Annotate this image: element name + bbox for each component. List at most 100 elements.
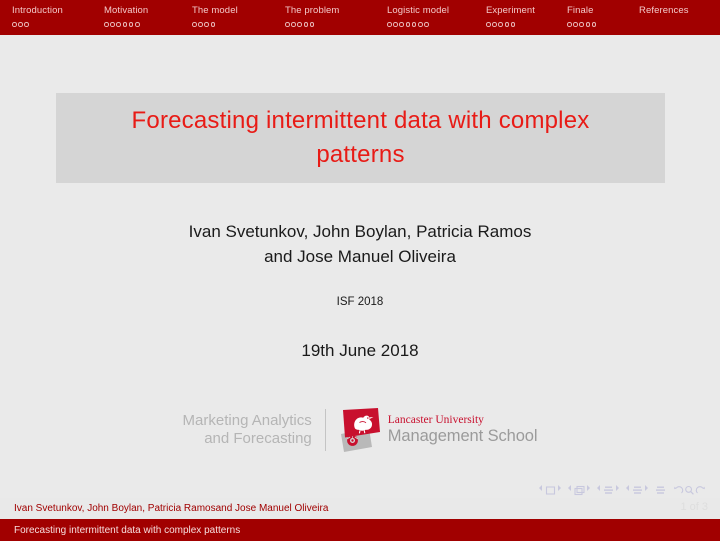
lancaster-university-name: Lancaster University [387,414,484,426]
previous-frame-icon[interactable] [568,485,571,491]
nav-slide-dot[interactable] [510,22,516,27]
next-section-icon[interactable] [645,485,648,491]
presentation-nav-icon[interactable] [655,483,666,494]
nav-section-dots[interactable] [567,20,598,29]
nav-slide-dot[interactable] [291,22,296,27]
nav-slide-dot[interactable] [405,22,411,27]
next-slide-icon[interactable] [558,485,561,491]
crest-svg [340,408,380,452]
nav-section-dots[interactable] [285,20,316,29]
maf-logo-line-2: and Forecasting [204,430,312,447]
nav-section-dots[interactable] [486,20,517,29]
forward-nav-icon[interactable] [695,483,706,494]
nav-slide-dot[interactable] [504,22,510,27]
nav-slide-dot[interactable] [567,22,572,27]
nav-slide-dot[interactable] [104,22,109,27]
nav-slide-dot[interactable] [579,22,584,27]
nav-slide-dot[interactable] [122,22,128,27]
nav-section-references[interactable]: References [639,5,689,29]
nav-slide-dot[interactable] [411,22,417,27]
nav-slide-dot[interactable] [18,22,23,27]
footer-author-bar: Ivan Svetunkov, John Boylan, Patricia Ra… [0,498,720,519]
author-list: Ivan Svetunkov, John Boylan, Patricia Ra… [0,219,720,269]
nav-section-logistic-model[interactable]: Logistic model [387,5,486,29]
nav-slide-dot[interactable] [198,22,203,27]
slide-navigation-group[interactable] [539,483,561,495]
subsection-navigation-group[interactable] [597,483,619,494]
nav-section-introduction[interactable]: Introduction [12,5,104,29]
logo-row: Marketing Analytics and Forecasting Lanc… [0,408,720,452]
frame-nav-icon[interactable] [573,483,585,495]
footer-page-number: 1 of 3 [680,501,708,513]
nav-slide-dot[interactable] [204,22,209,27]
nav-slide-dot[interactable] [309,22,315,27]
beamer-navigation-symbols [539,481,706,495]
nav-slide-dot[interactable] [128,22,134,27]
lancaster-crest-icon [339,408,381,452]
previous-subsection-icon[interactable] [597,485,600,491]
lancaster-wordmark: Lancaster University Management School [388,414,538,446]
title-box: Forecasting intermittent data with compl… [56,93,665,183]
nav-slide-dot[interactable] [210,22,216,27]
presentation-slide: Introduction Motivation The model The probl… [0,0,720,541]
nav-slide-dot[interactable] [134,22,140,27]
subsection-nav-icon[interactable] [603,483,614,494]
nav-section-experiment[interactable]: Experiment [486,5,567,29]
next-subsection-icon[interactable] [616,485,619,491]
previous-section-icon[interactable] [626,485,629,491]
previous-slide-icon[interactable] [539,485,542,491]
nav-section-label: The model [192,5,238,16]
footer-authors: Ivan Svetunkov, John Boylan, Patricia Ra… [14,503,329,514]
slide-nav-icon[interactable] [545,483,556,495]
nav-slide-dot[interactable] [591,22,597,27]
footer-title-bar: Forecasting intermittent data with compl… [0,519,720,541]
nav-section-label: Introduction [12,5,63,16]
nav-section-dots[interactable] [192,20,217,29]
presentation-navigation-group[interactable] [655,483,666,494]
section-navigation-group[interactable] [626,483,648,494]
search-nav-icon[interactable] [684,483,695,495]
maf-logo-line-1: Marketing Analytics [182,412,312,429]
nav-section-the-problem[interactable]: The problem [285,5,387,29]
nav-slide-dot[interactable] [393,22,398,27]
page-title: Forecasting intermittent data with compl… [131,107,590,168]
nav-slide-dot[interactable] [24,22,29,27]
nav-slide-dot[interactable] [116,22,121,27]
nav-slide-dot[interactable] [486,22,491,27]
nav-slide-dot[interactable] [573,22,578,27]
history-navigation-group[interactable] [673,483,706,495]
nav-section-label: The problem [285,5,340,16]
section-navigation-bar: Introduction Motivation The model The probl… [0,0,720,35]
footer-title: Forecasting intermittent data with compl… [14,524,241,536]
nav-slide-dot[interactable] [285,22,290,27]
author-line-1: Ivan Svetunkov, John Boylan, Patricia Ra… [188,222,532,241]
nav-section-label: References [639,5,689,16]
back-nav-icon[interactable] [673,483,684,494]
nav-slide-dot[interactable] [297,22,302,27]
nav-slide-dot[interactable] [12,22,17,27]
nav-slide-dot[interactable] [110,22,115,27]
nav-section-label: Logistic model [387,5,450,16]
nav-slide-dot[interactable] [303,22,309,27]
frame-navigation-group[interactable] [568,483,590,495]
nav-section-motivation[interactable]: Motivation [104,5,192,29]
nav-section-label: Experiment [486,5,536,16]
nav-section-dots[interactable] [387,20,430,29]
nav-slide-dot[interactable] [387,22,392,27]
nav-section-dots[interactable] [12,20,31,29]
date-label: 19th June 2018 [301,341,419,360]
nav-section-label: Finale [567,5,594,16]
lancaster-management-school-name: Management School [387,427,538,445]
next-frame-icon[interactable] [587,485,590,491]
nav-section-dots[interactable] [104,20,141,29]
nav-section-the-model[interactable]: The model [192,5,285,29]
nav-slide-dot[interactable] [585,22,591,27]
nav-slide-dot[interactable] [399,22,404,27]
nav-slide-dot[interactable] [417,22,423,27]
nav-section-finale[interactable]: Finale [567,5,639,29]
nav-slide-dot[interactable] [424,22,429,27]
section-nav-icon[interactable] [632,483,643,494]
nav-slide-dot[interactable] [492,22,497,27]
nav-slide-dot[interactable] [192,22,197,27]
nav-slide-dot[interactable] [498,22,503,27]
